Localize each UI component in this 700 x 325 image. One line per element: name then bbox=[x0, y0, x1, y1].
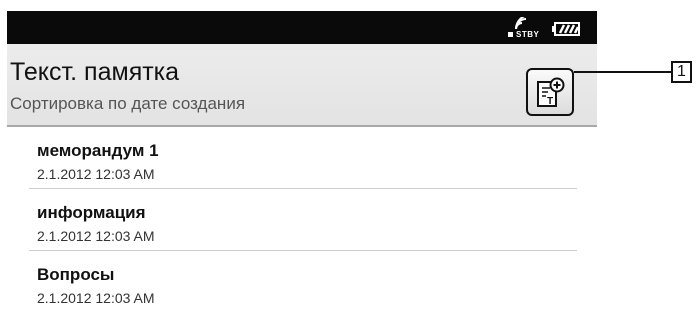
status-bar: STBY bbox=[7, 11, 597, 44]
memo-date: 2.1.2012 12:03 AM bbox=[37, 290, 155, 306]
memo-date: 2.1.2012 12:03 AM bbox=[37, 166, 155, 182]
list-item[interactable]: информация 2.1.2012 12:03 AM bbox=[7, 189, 597, 251]
callout-number: 1 bbox=[671, 61, 692, 83]
new-memo-button[interactable]: T bbox=[526, 68, 574, 116]
device-screen: STBY Текст. памятка Сортировка по дате с… bbox=[7, 11, 597, 325]
sort-order-label: Сортировка по дате создания bbox=[10, 94, 246, 113]
header: Текст. памятка Сортировка по дате создан… bbox=[7, 44, 597, 127]
memo-name: Вопросы bbox=[37, 265, 115, 284]
memo-name: меморандум 1 bbox=[37, 141, 159, 160]
memo-list: меморандум 1 2.1.2012 12:03 AM информаци… bbox=[7, 127, 597, 313]
svg-text:T: T bbox=[547, 96, 553, 107]
list-item[interactable]: меморандум 1 2.1.2012 12:03 AM bbox=[7, 127, 597, 189]
battery-icon bbox=[552, 22, 580, 36]
list-item[interactable]: Вопросы 2.1.2012 12:03 AM bbox=[7, 251, 597, 313]
memo-date: 2.1.2012 12:03 AM bbox=[37, 228, 155, 244]
callout-leader-line bbox=[574, 71, 671, 73]
standby-label: STBY bbox=[516, 30, 540, 39]
wireless-standby-icon: STBY bbox=[508, 17, 540, 41]
new-text-memo-icon: T bbox=[537, 77, 565, 107]
memo-name: информация bbox=[37, 203, 146, 222]
page-title: Текст. памятка bbox=[10, 58, 180, 86]
